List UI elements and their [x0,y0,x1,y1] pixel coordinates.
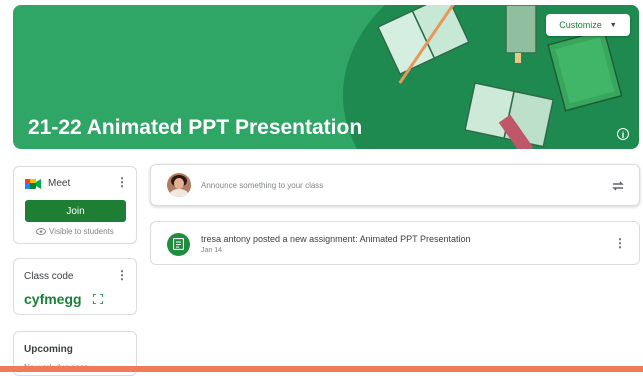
assignment-post[interactable]: tresa antony posted a new assignment: An… [150,221,640,265]
announce-box[interactable]: Announce something to your class [150,164,640,206]
caret-down-icon: ▼ [609,21,617,29]
visibility-text: Visible to students [49,227,114,236]
more-options-icon[interactable]: ⋮ [116,269,128,281]
class-code-card: Class code ⋮ cyfmegg [13,258,137,315]
class-code-value: cyfmegg [24,291,82,307]
eye-icon [36,228,46,236]
upcoming-label: Upcoming [24,344,73,355]
customize-label: Customize [559,20,602,30]
avatar [167,173,191,197]
info-icon[interactable]: i [617,128,629,140]
assignment-icon [167,233,190,256]
google-meet-icon [25,179,41,189]
visibility-note: Visible to students [36,227,114,236]
announce-placeholder: Announce something to your class [201,181,324,190]
class-title: 21-22 Animated PPT Presentation [28,116,363,139]
more-options-icon[interactable]: ⋮ [614,237,626,249]
meet-label: Meet [48,178,71,189]
bottom-accent-bar [0,366,643,372]
post-title[interactable]: tresa antony posted a new assignment: An… [201,234,471,244]
customize-button[interactable]: Customize ▼ [546,14,630,36]
more-options-icon[interactable]: ⋮ [116,176,128,188]
class-code-label: Class code [24,271,74,282]
join-button[interactable]: Join [25,200,126,222]
fullscreen-icon[interactable] [93,294,103,304]
meet-card: Meet ⋮ Join Visible to students [13,166,137,244]
repost-icon[interactable] [612,180,624,192]
class-banner: 21-22 Animated PPT Presentation Customiz… [13,5,639,149]
post-date: Jan 14 [201,247,223,254]
